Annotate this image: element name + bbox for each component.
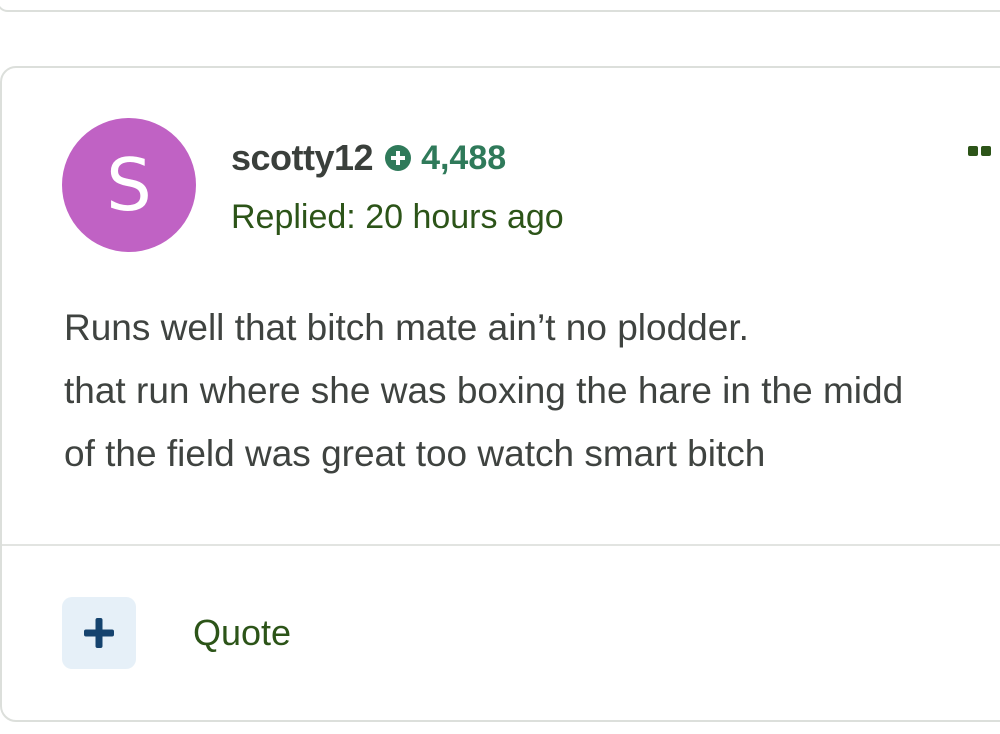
- post-body-line: that run where she was boxing the hare i…: [64, 370, 904, 411]
- reply-timestamp: Replied: 20 hours ago: [231, 198, 564, 236]
- post-body-line: of the field was great too watch smart b…: [64, 433, 766, 474]
- avatar-letter: S: [106, 143, 152, 227]
- previous-post-card: [0, 0, 1000, 12]
- username-link[interactable]: scotty12: [231, 137, 374, 179]
- avatar[interactable]: S: [62, 118, 196, 252]
- reply-post-card: S scotty12 4,488 Replied: 20 hours ago R…: [0, 66, 1000, 722]
- more-options-icon[interactable]: [968, 146, 991, 156]
- add-reaction-button[interactable]: [62, 597, 136, 669]
- actions-divider: [2, 544, 1000, 546]
- quote-button[interactable]: Quote: [193, 612, 291, 654]
- post-body: Runs well that bitch mate ain’t no plodd…: [64, 296, 1000, 485]
- reputation-points: 4,488: [421, 138, 507, 177]
- post-body-line: Runs well that bitch mate ain’t no plodd…: [64, 307, 749, 348]
- author-row: scotty12 4,488: [231, 137, 507, 179]
- plus-circle-icon: [385, 145, 412, 171]
